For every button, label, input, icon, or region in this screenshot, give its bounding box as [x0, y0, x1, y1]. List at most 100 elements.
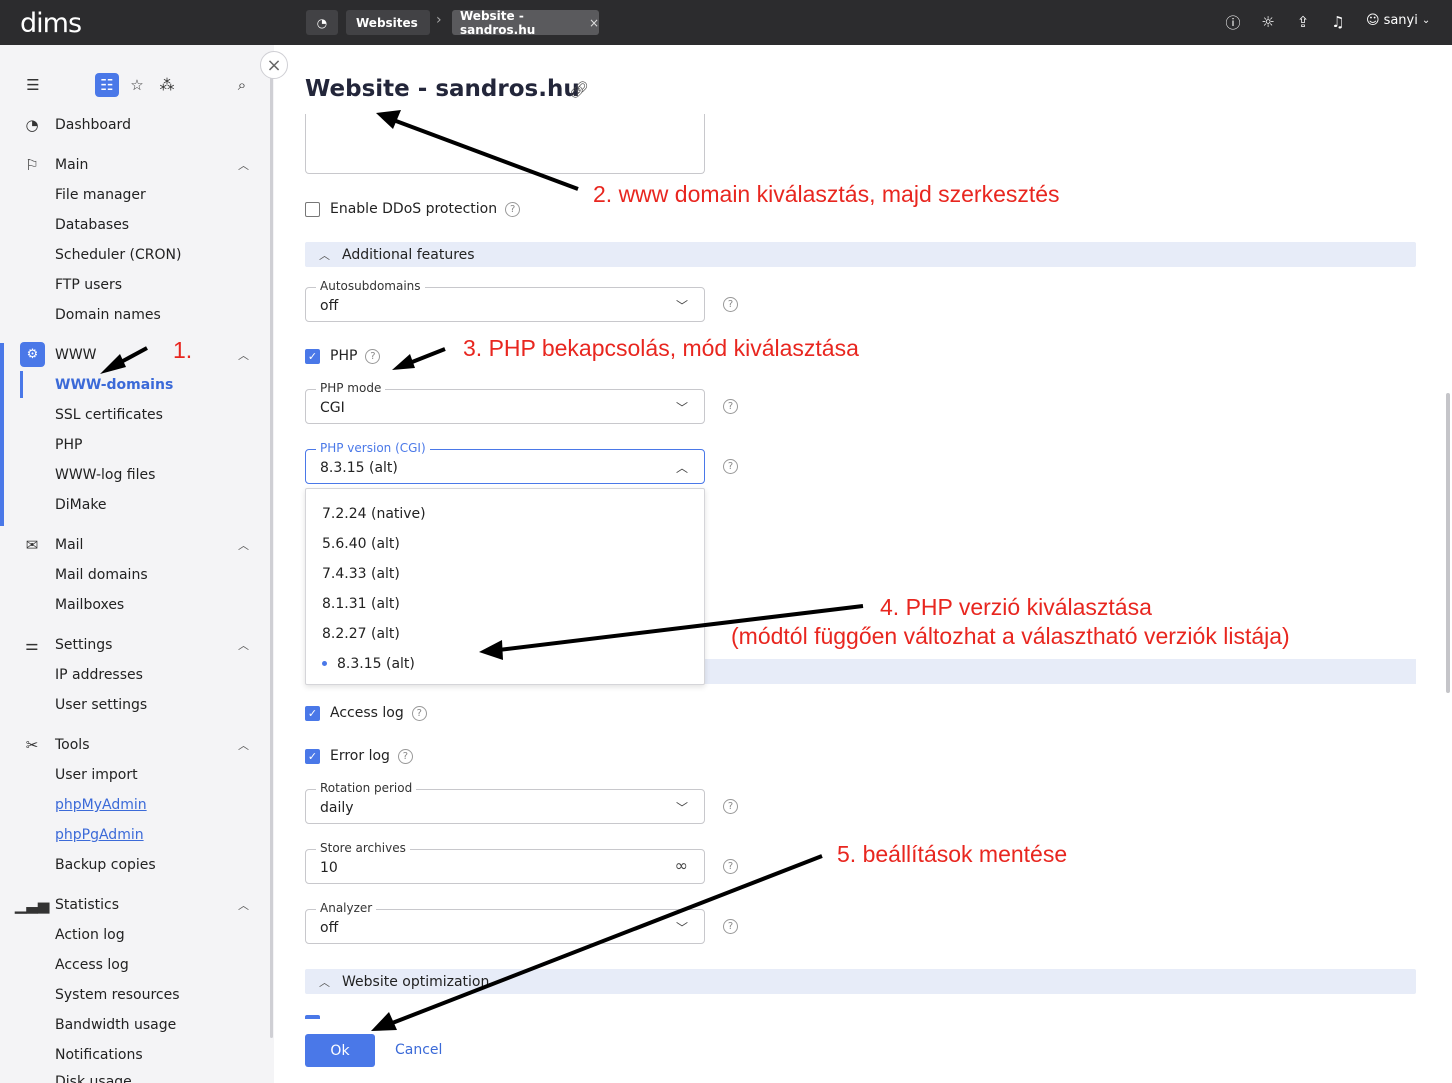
upload-icon[interactable]: ⇪ [1293, 12, 1313, 32]
sidebar-item-label: WWW-domains [55, 377, 174, 393]
ddos-label: Enable DDoS protection [330, 201, 498, 217]
help-icon[interactable]: ? [411, 705, 427, 721]
sidebar-item-mailboxes[interactable]: Mailboxes [0, 590, 270, 620]
list-view-icon[interactable]: ☷ [95, 73, 119, 97]
error-log-row[interactable]: ✓ Error log ? [305, 746, 413, 766]
php-version-option[interactable]: 5.6.40 (alt) [322, 536, 400, 552]
ddos-protection-row[interactable]: Enable DDoS protection ? [305, 199, 521, 219]
sidebar-item-domain-names[interactable]: Domain names [0, 300, 270, 330]
sidebar-item-backup-copies[interactable]: Backup copies [0, 850, 270, 880]
help-icon[interactable]: ⓘ [1223, 12, 1243, 32]
favorites-star-icon[interactable]: ☆ [125, 73, 149, 97]
sidebar-group-settings[interactable]: ⚌ Settings ︿ [0, 630, 270, 660]
help-icon[interactable]: ? [365, 348, 381, 364]
sidebar-group-www[interactable]: WWW ︿ [0, 340, 270, 370]
partial-checkbox[interactable] [305, 1015, 320, 1019]
sidebar-item-mail-domains[interactable]: Mail domains [0, 560, 270, 590]
help-icon[interactable]: ? [723, 399, 738, 414]
autosubdomains-select[interactable]: Autosubdomains off ﹀ [305, 279, 705, 322]
sidebar-item-www-domains[interactable]: WWW-domains [0, 370, 270, 400]
sidebar-group-statistics[interactable]: ▁▃▅ Statistics ︿ [0, 890, 270, 920]
bell-icon[interactable]: ♫ [1328, 12, 1348, 32]
sidebar-item-ftp-users[interactable]: FTP users [0, 270, 270, 300]
sidebar-item-php[interactable]: PHP [0, 430, 270, 460]
section-additional-features[interactable]: ︿ Additional features [305, 242, 1416, 267]
store-archives-input[interactable]: Store archives 10 ∞ [305, 841, 705, 884]
analyzer-select[interactable]: Analyzer off ﹀ [305, 901, 705, 944]
sidebar-item-label: phpMyAdmin [55, 797, 147, 813]
sidebar-item-label: Notifications [55, 1047, 143, 1063]
sidebar-item-bandwidth-usage[interactable]: Bandwidth usage [0, 1010, 270, 1040]
help-icon[interactable]: ? [723, 297, 738, 312]
sidebar-item-phpmyadmin[interactable]: phpMyAdmin [0, 790, 270, 820]
search-icon[interactable]: ⌕ [230, 73, 254, 97]
sidebar-item-system-resources[interactable]: System resources [0, 980, 270, 1010]
sidebar-item-label: Scheduler (CRON) [55, 247, 182, 263]
sidebar-item-label: Bandwidth usage [55, 1017, 177, 1033]
chevron-down-icon: ﹀ [675, 801, 688, 815]
footprints-icon[interactable]: ⁂ [155, 73, 179, 97]
description-textarea[interactable] [305, 114, 705, 174]
logo[interactable]: dims [20, 8, 82, 39]
infinity-icon[interactable]: ∞ [675, 856, 688, 875]
sidebar-item-user-import[interactable]: User import [0, 760, 270, 790]
main-scrollbar[interactable] [1446, 393, 1450, 693]
error-log-checkbox[interactable]: ✓ [305, 748, 320, 764]
field-value: off [320, 920, 339, 936]
help-icon[interactable]: ? [723, 799, 738, 814]
sidebar-group-tools[interactable]: ✂ Tools ︿ [0, 730, 270, 760]
sidebar-item-www-log-files[interactable]: WWW-log files [0, 460, 270, 490]
ok-button[interactable]: Ok [305, 1034, 375, 1067]
user-menu[interactable]: ☺ sanyi ⌄ [1366, 13, 1430, 28]
access-log-row[interactable]: ✓ Access log ? [305, 703, 427, 723]
help-icon[interactable]: ? [723, 459, 738, 474]
chevron-up-icon: ︿ [319, 248, 330, 262]
dashboard-icon[interactable]: ◔ [306, 10, 338, 35]
theme-sun-icon[interactable]: ☼ [1258, 12, 1278, 32]
close-sidebar-icon[interactable]: × [260, 51, 288, 79]
sidebar-item-databases[interactable]: Databases [0, 210, 270, 240]
sidebar-item-file-manager[interactable]: File manager [0, 180, 270, 210]
ddos-checkbox[interactable] [305, 201, 320, 217]
sidebar-item-action-log[interactable]: Action log [0, 920, 270, 950]
cancel-button[interactable]: Cancel [395, 1042, 442, 1058]
sidebar-group-mail[interactable]: ✉ Mail ︿ [0, 530, 270, 560]
sidebar-item-phppgadmin[interactable]: phpPgAdmin [0, 820, 270, 850]
sidebar-scrollbar[interactable] [270, 63, 273, 1038]
php-mode-select[interactable]: PHP mode CGI ﹀ [305, 381, 705, 424]
help-icon[interactable]: ? [397, 748, 413, 764]
sidebar-item-dashboard[interactable]: ◔ Dashboard [0, 110, 270, 140]
php-version-option[interactable]: 7.4.33 (alt) [322, 566, 400, 582]
help-icon[interactable]: ? [505, 201, 521, 217]
rotation-period-select[interactable]: Rotation period daily ﹀ [305, 781, 705, 824]
bar-chart-icon: ▁▃▅ [14, 896, 50, 914]
sidebar-item-access-log[interactable]: Access log [0, 950, 270, 980]
sidebar-item-ssl-certificates[interactable]: SSL certificates [0, 400, 270, 430]
php-version-option[interactable]: 7.2.24 (native) [322, 506, 426, 522]
sidebar-item-notifications[interactable]: Notifications [0, 1040, 270, 1070]
access-log-checkbox[interactable]: ✓ [305, 705, 320, 721]
section-website-optimization[interactable]: ︿ Website optimization [305, 969, 1416, 994]
php-row[interactable]: ✓ PHP ? [305, 346, 381, 366]
close-icon[interactable]: × [589, 16, 599, 30]
sidebar-item-user-settings[interactable]: User settings [0, 690, 270, 720]
chevron-up-icon: ︿ [238, 899, 249, 912]
chevron-up-icon: ︿ [238, 349, 249, 362]
help-icon[interactable]: ? [723, 919, 738, 934]
php-version-option[interactable]: 8.2.27 (alt) [322, 626, 400, 642]
section-logging[interactable] [705, 659, 1416, 684]
help-icon[interactable]: ? [723, 859, 738, 874]
php-version-option-selected[interactable]: 8.3.15 (alt) [337, 656, 415, 672]
sidebar-item-ip-addresses[interactable]: IP addresses [0, 660, 270, 690]
sidebar-item-scheduler[interactable]: Scheduler (CRON) [0, 240, 270, 270]
breadcrumb-current-tab[interactable]: Website - sandros.hu × [452, 9, 599, 37]
breadcrumb-websites[interactable]: Websites [346, 10, 430, 35]
sidebar-group-main[interactable]: ⚐ Main ︿ [0, 150, 270, 180]
php-checkbox[interactable]: ✓ [305, 348, 320, 364]
php-version-option[interactable]: 8.1.31 (alt) [322, 596, 400, 612]
hamburger-menu-icon[interactable]: ☰ [21, 73, 45, 97]
sidebar-item-disk-usage[interactable]: Disk usage [0, 1070, 270, 1083]
sidebar-item-dimake[interactable]: DiMake [0, 490, 270, 520]
php-version-select[interactable]: PHP version (CGI) 8.3.15 (alt) ︿ [305, 441, 705, 484]
link-icon[interactable]: 🔗︎ [569, 80, 589, 99]
